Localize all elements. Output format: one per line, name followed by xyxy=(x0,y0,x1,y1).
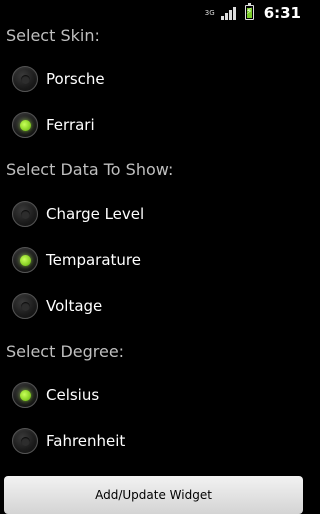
radio-button-icon[interactable] xyxy=(12,66,38,92)
section-header-skin: Select Skin: xyxy=(6,26,100,45)
radio-option-celsius[interactable]: Celsius xyxy=(12,378,99,412)
radio-option-charge-level[interactable]: Charge Level xyxy=(12,197,144,231)
radio-option-voltage[interactable]: Voltage xyxy=(12,289,102,323)
3g-icon: 3G xyxy=(204,8,215,17)
radio-option-porsche[interactable]: Porsche xyxy=(12,62,105,96)
signal-icon xyxy=(220,6,237,20)
radio-button-checked-icon[interactable] xyxy=(12,112,38,138)
radio-option-temparature[interactable]: Temparature xyxy=(12,243,141,277)
battery-charging-icon: ⚡ xyxy=(244,3,254,20)
radio-button-icon[interactable] xyxy=(12,428,38,454)
radio-button-checked-icon[interactable] xyxy=(12,382,38,408)
radio-option-fahrenheit[interactable]: Fahrenheit xyxy=(12,424,125,458)
add-update-widget-button[interactable]: Add/Update Widget xyxy=(4,476,303,514)
status-bar: 3G ⚡ 6:31 xyxy=(0,0,307,25)
option-label: Voltage xyxy=(46,297,103,315)
radio-button-icon[interactable] xyxy=(12,293,38,319)
radio-button-checked-icon[interactable] xyxy=(12,247,38,273)
section-header-degree: Select Degree: xyxy=(6,342,125,361)
radio-button-icon[interactable] xyxy=(12,201,38,227)
option-label: Celsius xyxy=(46,386,100,404)
radio-option-ferrari[interactable]: Ferrari xyxy=(12,108,95,142)
option-label: Charge Level xyxy=(46,205,145,223)
option-label: Ferrari xyxy=(46,116,95,134)
option-label: Porsche xyxy=(46,70,105,88)
option-label: Fahrenheit xyxy=(46,432,126,450)
section-header-data: Select Data To Show: xyxy=(6,160,174,179)
option-label: Temparature xyxy=(46,251,141,269)
status-time: 6:31 xyxy=(263,3,301,22)
